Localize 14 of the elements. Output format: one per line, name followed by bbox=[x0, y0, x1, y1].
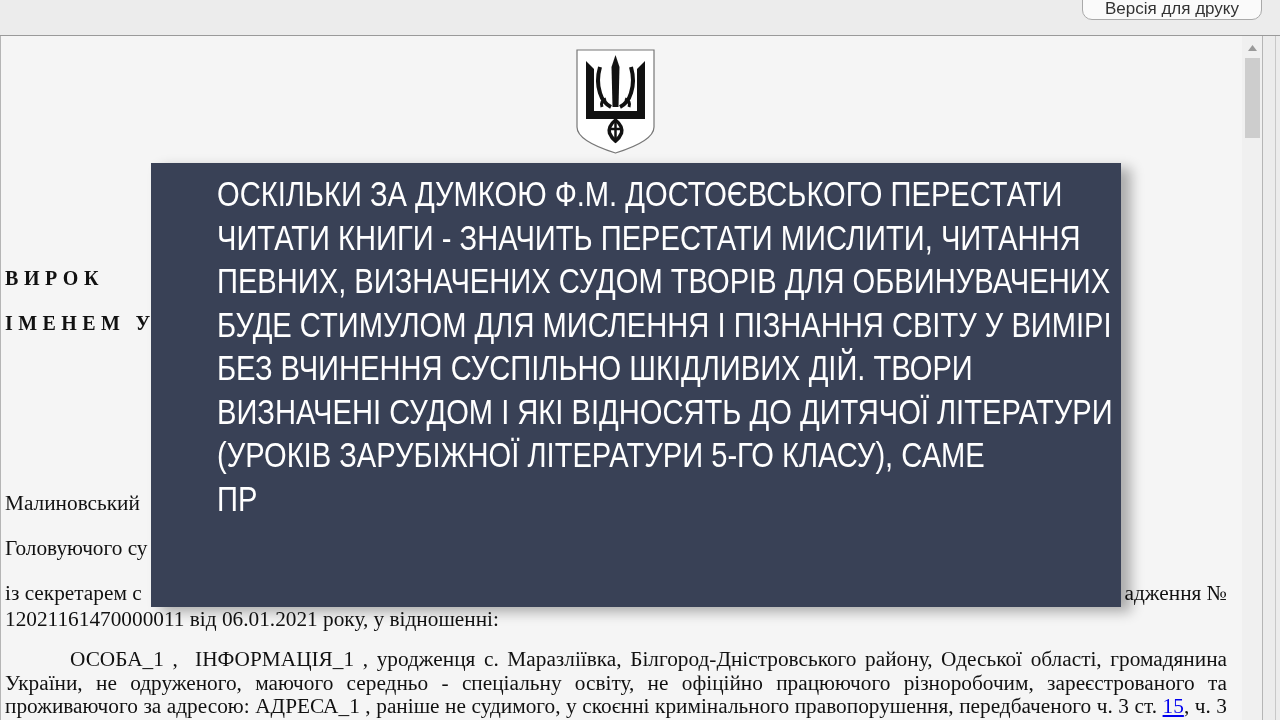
verdict-subheading: ІМЕНЕМ У bbox=[5, 311, 156, 335]
paragraph: ОСОБА_1 , ІНФОРМАЦІЯ_1 , уродженця с. Маразліївка, Білгород-Дністровського району, Одеської області, громадянина України, не одруженого, маючого середньо - спеціальну освіту, не офіційно працюючого різноробочим, зареєстрованого та проживаючого за адресою: АДРЕСА_1 , раніше не судимого, у скоєнні кримінального правопорушення, передбаченого ч. 3 ст. 15, ч. 3 bbox=[5, 648, 1227, 719]
document-text: адження № bbox=[1124, 581, 1227, 605]
document-text: із секретарем с bbox=[5, 581, 142, 605]
article-link[interactable]: 15 bbox=[1162, 694, 1184, 718]
document-text: Малиновський bbox=[5, 491, 140, 515]
document-text: 12021161470000011 від 06.01.2021 року, у відношенні: bbox=[5, 607, 499, 631]
print-version-button[interactable]: Версія для друку bbox=[1081, 0, 1262, 20]
verdict-heading: ВИРОК bbox=[5, 266, 105, 290]
document-text: Головуючого су bbox=[5, 536, 148, 560]
scrollbar-thumb[interactable] bbox=[1244, 58, 1260, 138]
trident-shield-icon bbox=[576, 49, 656, 154]
scroll-up-icon[interactable] bbox=[1247, 45, 1257, 51]
caption-text: ОСКІЛЬКИ ЗА ДУМКОЮ Ф.М. ДОСТОЄВСЬКОГО ПЕРЕСТАТИ ЧИТАТИ КНИГИ - ЗНАЧИТЬ ПЕРЕСТАТИ МИСЛИТИ, ЧИТАННЯ ПЕВНИХ, ВИЗНАЧЕНИХ СУДОМ ТВОРІВ ДЛЯ ОБВИНУВАЧЕНИХ БУДЕ СТИМУЛОМ ДЛЯ МИСЛЕННЯ І ПІЗНАННЯ СВІТУ У ВИМІРІ БЕЗ ВЧИНЕННЯ СУСПІЛЬНО ШКІДЛИВИХ ДІЙ. ТВОРИ ВИЗНАЧЕНІ СУДОМ І ЯКІ ВІДНОСЯТЬ ДО ДИТЯЧОЇ ЛІТЕРАТУРИ (УРОКІВ ЗАРУБІЖНОЇ ЛІТЕРАТУРИ 5-ГО КЛАСУ), САМЕ ПР bbox=[217, 173, 1113, 520]
